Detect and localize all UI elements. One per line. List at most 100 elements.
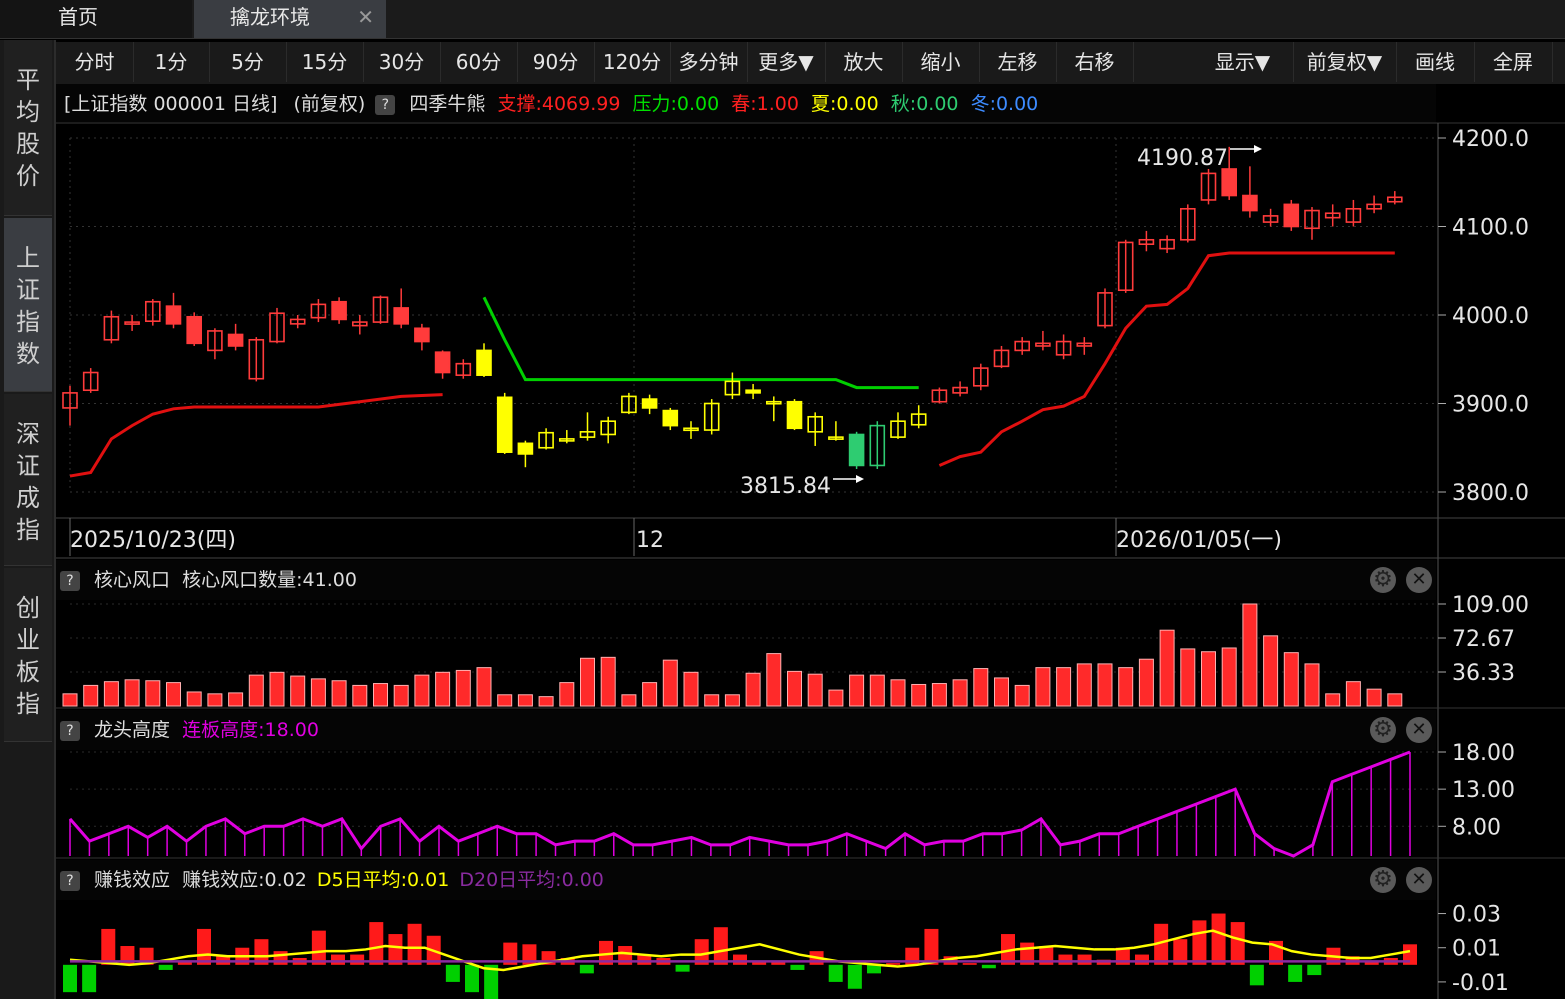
core-bar (745, 672, 761, 707)
core-bar (1201, 651, 1216, 707)
core-bar (1097, 663, 1113, 707)
money-bar (465, 964, 479, 993)
core-bar (497, 694, 513, 707)
y-tick-label: 4100.0 (1452, 216, 1529, 241)
candle-body (434, 351, 451, 374)
core-bar (559, 682, 575, 707)
core-bar (62, 693, 78, 707)
money-panel-name: 赚钱效应 (94, 869, 171, 891)
money-y-tick-label: 0.01 (1452, 937, 1501, 962)
pressure-line (482, 296, 919, 390)
core-bar (1035, 667, 1051, 707)
core-bar (435, 671, 451, 707)
candle-body (745, 389, 761, 394)
candle-body (786, 400, 803, 430)
candle-body (331, 300, 347, 321)
core-bar (331, 680, 347, 707)
help-icon[interactable]: ? (60, 720, 80, 741)
candle-body (848, 433, 865, 467)
core-bar (1014, 684, 1030, 707)
money-bar (1192, 920, 1207, 965)
candle-body (662, 409, 679, 427)
core-panel-stat: 核心风口数量:41.00 (182, 569, 357, 591)
date-label-mid: 12 (636, 528, 664, 553)
core-bar (1304, 663, 1320, 707)
money-bar (579, 964, 594, 974)
core-bar (1366, 688, 1382, 707)
money-bar (369, 922, 384, 965)
core-bar (1387, 693, 1403, 707)
core-bar (1138, 658, 1154, 707)
money-bar (675, 964, 690, 972)
help-icon[interactable]: ? (60, 570, 80, 591)
core-bar (124, 679, 140, 707)
close-panel-icon[interactable]: ✕ (1406, 717, 1432, 743)
core-bar (869, 674, 885, 707)
money-bar (445, 964, 460, 982)
core-bar (621, 694, 637, 707)
money-panel-header: ? 赚钱效应 赚钱效应:0.02 D5日平均:0.01 D20日平均:0.00 (56, 860, 1436, 900)
core-bar (600, 656, 616, 707)
candle-body (227, 333, 244, 347)
core-bar (973, 668, 989, 707)
candle-body (165, 305, 182, 325)
money-bar (1058, 954, 1073, 965)
money-bar (1077, 954, 1092, 965)
money-bar (790, 964, 805, 970)
core-bar (849, 674, 865, 707)
money-bar (828, 964, 843, 982)
money-bar (713, 927, 728, 965)
money-d20: D20日平均:0.00 (459, 869, 604, 891)
help-icon[interactable]: ? (60, 870, 80, 891)
y-tick-label: 4000.0 (1452, 304, 1529, 329)
core-bar (662, 659, 678, 707)
settings-gear-icon[interactable]: ⚙ (1370, 567, 1396, 593)
core-bar (373, 683, 388, 707)
core-bar (310, 678, 326, 707)
money-bar (733, 954, 747, 965)
core-bar (931, 683, 947, 707)
low-annotation: 3815.84 (740, 474, 831, 499)
low-arrowhead (856, 475, 864, 483)
dragon-line (68, 750, 1411, 858)
money-bar (407, 923, 422, 965)
core-panel-name: 核心风口 (94, 569, 171, 591)
dragon-y-tick-label: 8.00 (1452, 815, 1501, 840)
money-y-tick-label: -0.01 (1452, 971, 1509, 996)
money-d5: D5日平均:0.01 (316, 869, 450, 891)
date-label-end: 2026/01/05(一) (1116, 528, 1282, 553)
dragon-panel-stat: 连板高度:18.00 (182, 719, 319, 741)
core-bar (911, 683, 927, 707)
close-panel-icon[interactable]: ✕ (1406, 867, 1432, 893)
candle-body (1242, 194, 1258, 212)
dragon-panel-header: ? 龙头高度 连板高度:18.00 (56, 710, 1436, 750)
money-bar (981, 964, 996, 969)
core-y-tick-label: 109.00 (1452, 593, 1529, 618)
settings-gear-icon[interactable]: ⚙ (1370, 717, 1396, 743)
core-bar (724, 694, 740, 707)
money-y-tick-label: 0.03 (1452, 903, 1501, 928)
money-bar (1230, 922, 1245, 965)
core-bar (952, 679, 968, 707)
core-bar (207, 693, 223, 707)
close-panel-icon[interactable]: ✕ (1406, 567, 1432, 593)
core-bar (517, 694, 533, 707)
core-bar (1221, 647, 1237, 707)
money-bar (273, 951, 288, 965)
charts-canvas[interactable]: 4200.0 4100.0 4000.0 3900.0 3800.0 4190.87 381… (0, 0, 1565, 999)
y-tick-label: 4200.0 (1452, 127, 1529, 152)
core-bar (807, 673, 823, 707)
money-bar (331, 954, 345, 965)
candle-body (496, 396, 513, 453)
core-bar (1345, 681, 1361, 707)
core-y-tick-label: 36.33 (1452, 661, 1515, 686)
core-panel-header: ? 核心风口 核心风口数量:41.00 (56, 560, 1436, 600)
dragon-panel-name: 龙头高度 (94, 719, 171, 741)
core-bar (642, 682, 658, 707)
core-bar (290, 675, 306, 707)
core-bar (393, 684, 409, 707)
settings-gear-icon[interactable]: ⚙ (1370, 867, 1396, 893)
support-line-1 (69, 393, 443, 478)
core-bar (704, 694, 720, 707)
core-bar (1159, 629, 1175, 707)
